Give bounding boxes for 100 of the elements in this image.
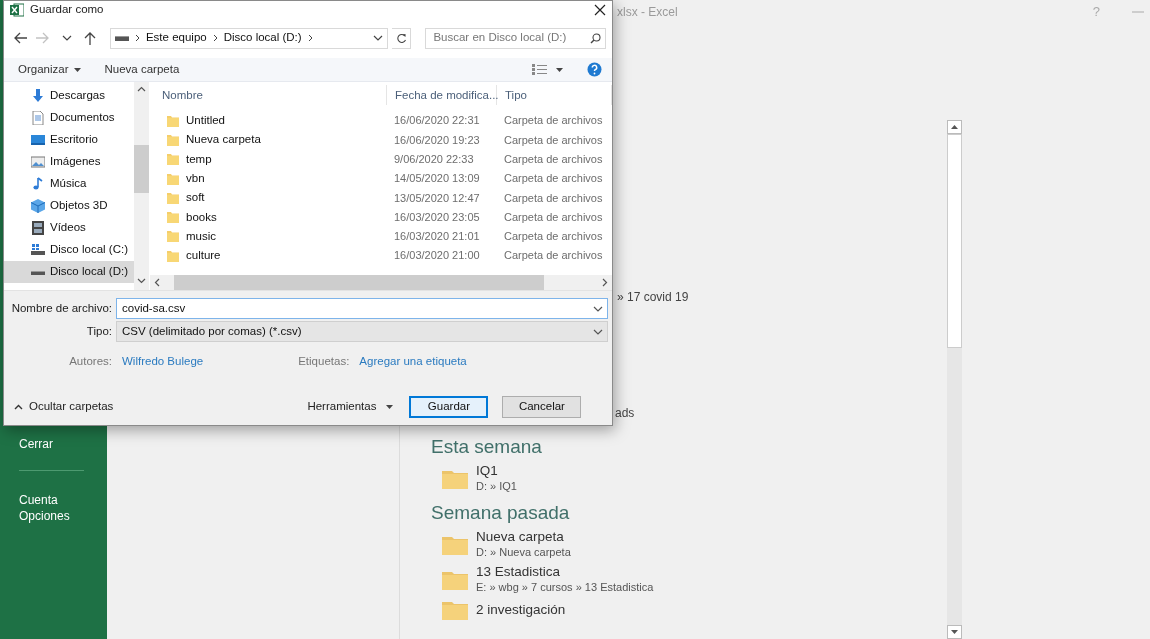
navigation-item[interactable]: Imágenes [4, 151, 134, 173]
column-header[interactable]: Fecha de modifica... [387, 85, 497, 105]
column-header[interactable]: Nombre [150, 85, 387, 105]
drive-icon [114, 34, 129, 42]
recent-folder-name[interactable]: 13 Estadistica [476, 564, 654, 580]
back-arrow-icon[interactable] [12, 31, 27, 45]
file-name[interactable]: vbn [186, 169, 205, 188]
table-cell-text: 13/05/2020 12:47 [393, 190, 481, 206]
tools-menu-button[interactable]: Herramientas [307, 398, 394, 416]
down-triangle-icon [951, 630, 958, 634]
picture-icon [31, 155, 45, 169]
field-label: Tipo: [85, 323, 113, 339]
table-cell-text: Carpeta de archivos [503, 209, 604, 225]
chevron-right-icon[interactable] [602, 278, 608, 287]
navigation-item[interactable]: Documentos [4, 107, 134, 129]
navigation-item[interactable]: Objetos 3D [4, 195, 134, 217]
refresh-button[interactable] [391, 27, 412, 49]
recent-folder-name[interactable]: 2 investigación [476, 601, 566, 618]
file-name[interactable]: culture [186, 247, 221, 265]
refresh-icon [395, 32, 407, 44]
table-cell-text: 14/05/2020 13:09 [393, 171, 481, 187]
new-folder-button[interactable]: Nueva carpeta [104, 60, 180, 79]
table-cell-text: Carpeta de archivos [503, 229, 604, 245]
folder-icon [166, 210, 180, 225]
breadcrumb-item[interactable]: Disco local (D:) [223, 29, 302, 47]
navigation-item[interactable]: Música [4, 173, 134, 195]
folder-icon [166, 132, 180, 147]
cancel-button[interactable]: Cancelar [502, 396, 582, 418]
table-cell-text: Carpeta de archivos [503, 152, 604, 167]
scrollbar-thumb[interactable] [174, 275, 544, 290]
field-label: Nombre de archivo: [10, 300, 113, 316]
navigation-item[interactable]: Escritorio [4, 129, 134, 151]
field-label: Etiquetas: [298, 354, 350, 370]
add-tag-link[interactable]: Agregar una etiqueta [359, 353, 467, 371]
navigation-item[interactable]: Disco local (C:) [4, 239, 134, 261]
file-type-dropdown[interactable]: CSV (delimitado por comas) (*.csv) [116, 321, 608, 342]
table-cell-text: Carpeta de archivos [503, 171, 604, 187]
chevron-right-icon [307, 34, 313, 42]
file-name[interactable]: soft [186, 189, 205, 207]
table-cell-text: 16/03/2020 21:01 [393, 229, 481, 245]
drive-icon [31, 243, 45, 257]
save-button[interactable]: Guardar [409, 396, 489, 418]
download-icon [31, 89, 45, 103]
search-field[interactable]: Buscar en Disco local (D:) [425, 27, 606, 49]
folder-icon [166, 113, 180, 128]
scrollbar-thumb[interactable] [947, 134, 962, 348]
table-cell-text: Carpeta de archivos [503, 248, 604, 264]
column-header[interactable]: Tipo [497, 85, 612, 105]
table-cell-text: 16/06/2020 22:31 [393, 113, 481, 129]
help-icon[interactable] [587, 62, 602, 77]
scroll-down-button[interactable] [947, 625, 962, 639]
chevron-down-icon[interactable] [136, 278, 146, 284]
file-name[interactable]: Nueva carpeta [186, 131, 261, 149]
address-bar[interactable]: Este equipo Disco local (D:) [109, 27, 388, 49]
organize-menu-button[interactable]: Organizar [18, 60, 81, 79]
table-cell-text: Carpeta de archivos [503, 190, 604, 206]
folder-icon [166, 190, 180, 205]
caret-down-icon [73, 67, 81, 72]
recent-folder-name[interactable]: Nueva carpeta [476, 529, 571, 545]
file-name-field[interactable]: covid-sa.csv [116, 298, 608, 319]
navigation-item[interactable]: Vídeos [4, 217, 134, 239]
file-name[interactable]: temp [186, 150, 212, 168]
navigation-item[interactable]: Disco local (D:) [4, 261, 134, 283]
view-options-button[interactable] [532, 64, 563, 75]
table-cell-text: Carpeta de archivos [503, 132, 604, 148]
close-icon[interactable] [594, 3, 606, 16]
navigation-item[interactable]: Descargas [4, 85, 134, 107]
recent-folder-name[interactable]: IQ1 [476, 463, 517, 479]
chevron-up-icon[interactable] [136, 86, 146, 92]
file-name[interactable]: Untitled [186, 112, 225, 130]
table-cell-text: 16/03/2020 23:05 [393, 209, 481, 225]
folder-icon [166, 171, 180, 186]
chevron-down-icon[interactable] [372, 35, 383, 41]
field-label: Autores: [68, 354, 112, 370]
author-link[interactable]: Wilfredo Bulege [122, 353, 204, 371]
scroll-up-button[interactable] [947, 120, 962, 134]
folder-icon [166, 248, 180, 263]
list-view-icon [532, 64, 547, 75]
recent-file-path: » 17 covid 19 [617, 290, 690, 304]
chevron-up-icon [14, 404, 23, 410]
section-heading: Semana pasada [431, 502, 571, 524]
film-icon [31, 221, 45, 235]
window-title: xlsx - Excel [617, 4, 678, 21]
sidebar-item[interactable]: Cuenta [19, 492, 84, 508]
chevron-left-icon[interactable] [154, 278, 160, 287]
sidebar-item[interactable]: Cerrar [19, 436, 84, 471]
up-arrow-icon[interactable] [83, 31, 98, 45]
chevron-down-icon [593, 305, 603, 312]
chevron-right-icon [134, 34, 140, 42]
sidebar-item[interactable]: Opciones [19, 508, 84, 524]
search-icon[interactable] [590, 32, 601, 44]
scrollbar-thumb[interactable] [133, 145, 149, 193]
hide-folders-button[interactable]: Ocultar carpetas [14, 398, 114, 416]
desktop-icon [31, 133, 45, 147]
section-heading: Esta semana [431, 436, 543, 458]
file-name[interactable]: music [186, 227, 217, 246]
folder-icon [166, 152, 180, 167]
chevron-down-icon [593, 328, 603, 335]
file-name[interactable]: books [186, 208, 217, 226]
breadcrumb-item[interactable]: Este equipo [145, 29, 207, 47]
